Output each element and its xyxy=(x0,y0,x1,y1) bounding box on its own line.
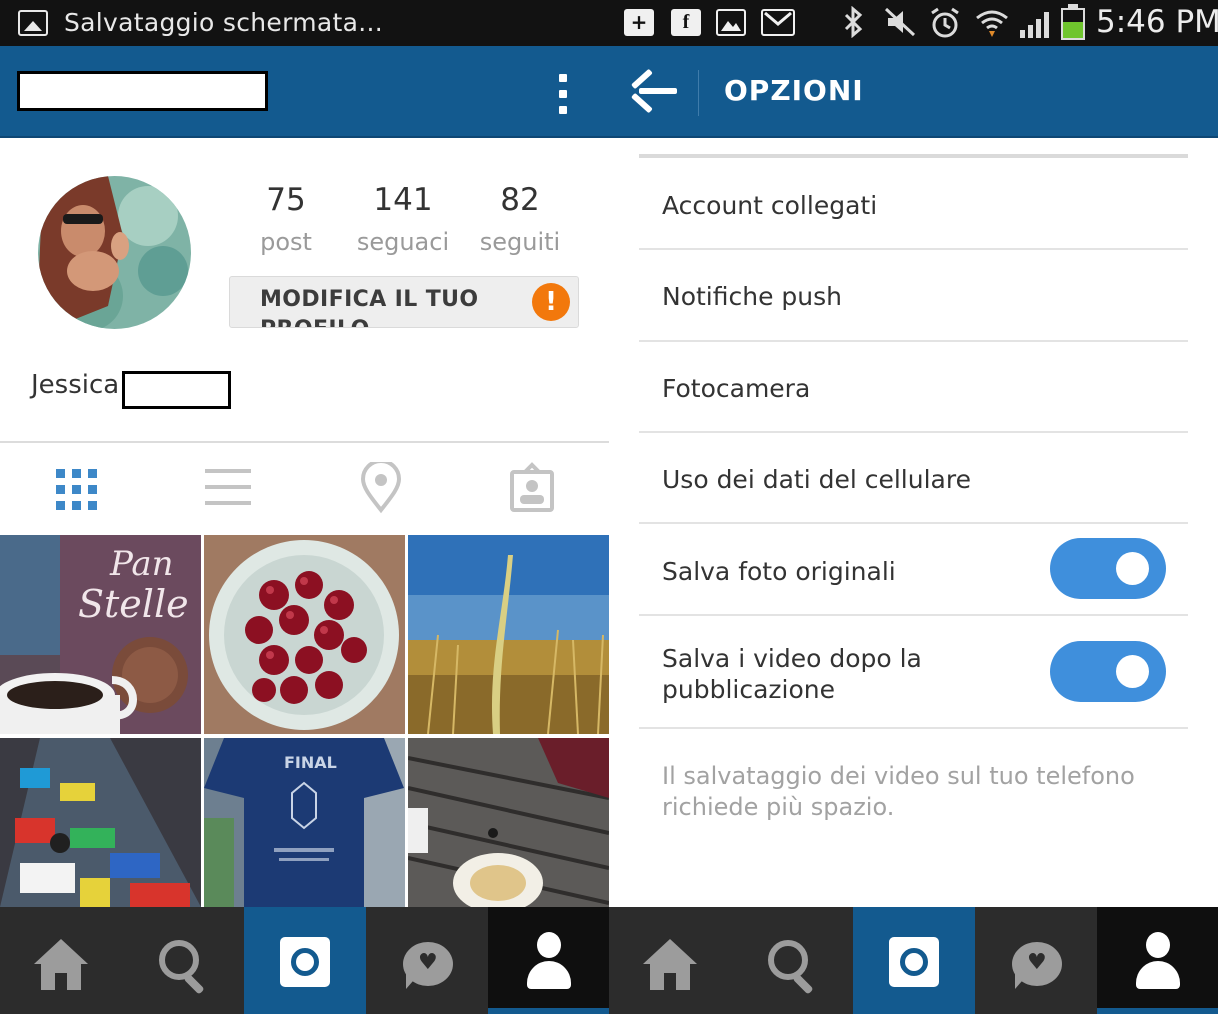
back-arrow-icon[interactable] xyxy=(630,68,679,114)
bottom-nav-right: ♥ xyxy=(609,907,1218,1014)
divider xyxy=(639,614,1188,616)
notification-title: Salvataggio schermata... xyxy=(64,8,383,37)
following-count[interactable]: 82 xyxy=(465,182,575,218)
grid-icon[interactable] xyxy=(52,462,104,514)
edit-profile-label: MODIFICA IL TUO PROFILO xyxy=(260,287,479,327)
option-uso-dati-cellulare[interactable]: Uso dei dati del cellulare xyxy=(662,464,971,495)
profile-icon[interactable] xyxy=(488,907,610,1014)
salva-video-toggle[interactable] xyxy=(1050,641,1166,702)
photo-bowl-of-cherries[interactable] xyxy=(204,535,405,734)
followers-label[interactable]: seguaci xyxy=(348,228,458,256)
camera-icon[interactable] xyxy=(244,907,366,1014)
svg-text:FINAL: FINAL xyxy=(284,753,337,772)
alarm-icon xyxy=(927,6,963,48)
followers-count[interactable]: 141 xyxy=(348,182,458,218)
salva-foto-toggle[interactable] xyxy=(1050,538,1166,599)
photo-wooden-table-plate[interactable] xyxy=(408,738,609,907)
mail-icon xyxy=(761,9,795,36)
toggle-knob xyxy=(1116,655,1149,688)
profile-icon[interactable] xyxy=(1097,907,1218,1014)
alert-icon: ! xyxy=(532,283,570,321)
username-redacted xyxy=(17,71,268,111)
plus-icon: + xyxy=(624,9,654,36)
option-salva-foto-originali: Salva foto originali xyxy=(662,557,896,586)
video-storage-note: Il salvataggio dei video sul tuo telefon… xyxy=(662,762,1135,821)
search-icon[interactable] xyxy=(122,907,244,1014)
more-options-icon[interactable] xyxy=(548,73,578,115)
option-fotocamera[interactable]: Fotocamera xyxy=(662,373,810,404)
divider xyxy=(639,154,1188,158)
facebook-icon: f xyxy=(671,9,701,36)
activity-icon[interactable]: ♥ xyxy=(975,907,1097,1014)
posts-label: post xyxy=(260,228,312,256)
bottom-nav-left: ♥ xyxy=(0,907,610,1014)
surname-redacted xyxy=(122,371,231,409)
home-icon[interactable] xyxy=(609,907,731,1014)
search-icon[interactable] xyxy=(731,907,853,1014)
wifi-icon xyxy=(973,6,1011,48)
tagged-icon[interactable] xyxy=(506,462,558,514)
divider xyxy=(639,431,1188,433)
header-separator xyxy=(698,70,699,116)
photo-wheat-field[interactable] xyxy=(408,535,609,734)
posts-count: 75 xyxy=(266,182,306,218)
clock: 5:46 PM xyxy=(1096,4,1218,40)
option-account-collegati[interactable]: Account collegati xyxy=(662,190,877,221)
profile-header xyxy=(0,46,609,138)
photo-grid: Pan Stelle FINAL xyxy=(0,535,609,907)
options-header: OPZIONI xyxy=(609,46,1218,138)
location-icon[interactable] xyxy=(355,459,407,514)
divider xyxy=(639,340,1188,342)
signal-icon xyxy=(1020,12,1054,38)
photo-cookies-and-coffee[interactable]: Pan Stelle xyxy=(0,535,201,734)
list-icon[interactable] xyxy=(199,462,251,514)
activity-icon[interactable]: ♥ xyxy=(366,907,488,1014)
mute-icon xyxy=(882,6,918,46)
svg-text:Pan: Pan xyxy=(109,544,174,584)
following-label[interactable]: seguiti xyxy=(465,228,575,256)
page-title: OPZIONI xyxy=(724,74,864,107)
status-bar: Salvataggio schermata... + f 5:46 PM xyxy=(0,0,1218,46)
photo-juventus-final-shirt[interactable]: FINAL xyxy=(204,738,405,907)
divider xyxy=(639,522,1188,524)
image-icon xyxy=(716,9,746,36)
photo-graffiti-floor[interactable] xyxy=(0,738,201,907)
toggle-knob xyxy=(1116,552,1149,585)
edit-profile-button[interactable]: MODIFICA IL TUO PROFILO ! xyxy=(229,276,579,328)
screenshot-icon xyxy=(18,10,48,36)
avatar[interactable] xyxy=(38,176,191,329)
divider xyxy=(639,248,1188,250)
divider xyxy=(0,441,609,443)
option-notifiche-push[interactable]: Notifiche push xyxy=(662,281,842,312)
profile-name: Jessica xyxy=(31,370,120,400)
bluetooth-icon xyxy=(838,5,868,46)
home-icon[interactable] xyxy=(0,907,122,1014)
divider xyxy=(639,727,1188,729)
camera-icon[interactable] xyxy=(853,907,975,1014)
svg-text:Stelle: Stelle xyxy=(78,582,189,626)
option-salva-video: Salva i video dopo la pubblicazione xyxy=(662,644,922,704)
